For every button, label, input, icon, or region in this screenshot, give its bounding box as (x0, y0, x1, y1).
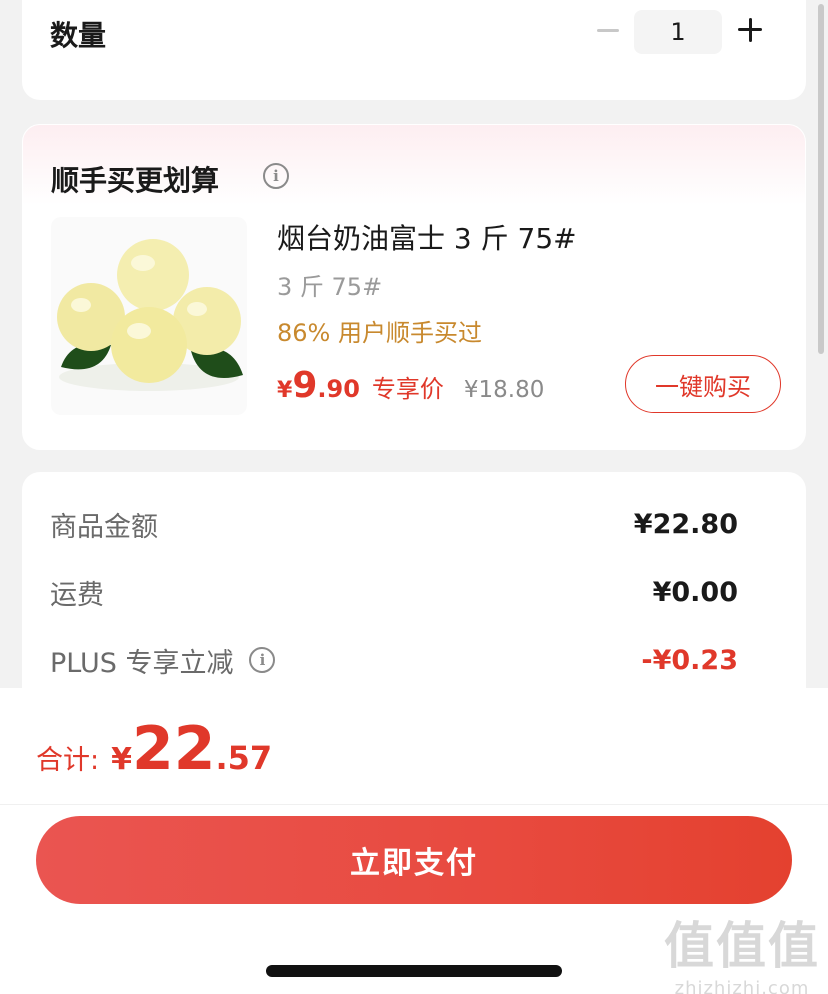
quantity-label: 数量 (50, 19, 107, 52)
apple-product-image[interactable] (51, 217, 247, 415)
total-decimal: .57 (215, 739, 273, 777)
summary-label: 运费 (50, 579, 104, 611)
watermark: 值值值 zhizhizhi.com (664, 906, 820, 994)
summary-label-wrap: PLUS 专享立减 i (50, 641, 276, 680)
social-proof-text: 86% 用户顺手买过 (277, 319, 482, 347)
product-name[interactable]: 烟台奶油富士 3 斤 75# (277, 217, 577, 257)
summary-value: ¥0.00 (652, 576, 738, 608)
summary-row-goods-amount: 商品金额 ¥22.80 (50, 504, 738, 544)
summary-label: 商品金额 (50, 511, 158, 543)
divider (0, 804, 828, 805)
pay-now-button[interactable]: 立即支付 (36, 816, 792, 904)
info-icon[interactable]: i (249, 647, 276, 673)
plus-icon[interactable] (734, 8, 766, 52)
summary-row-shipping: 运费 ¥0.00 (50, 572, 738, 612)
summary-value: -¥0.23 (641, 644, 738, 676)
summary-label: PLUS 专享立减 (50, 647, 234, 679)
quantity-card: 数量 1 (22, 0, 806, 100)
watermark-url: zhizhizhi.com (674, 978, 810, 994)
info-icon[interactable]: i (263, 163, 289, 189)
quantity-value[interactable]: 1 (634, 10, 722, 54)
exclusive-price-tag: 专享价 (371, 375, 444, 403)
price-symbol: ¥ (277, 378, 293, 403)
scrollbar[interactable] (818, 4, 824, 354)
price-decimal: .90 (317, 375, 360, 403)
summary-value: ¥22.80 (633, 508, 738, 540)
original-price: ¥18.80 (463, 377, 545, 403)
home-indicator[interactable] (266, 965, 562, 977)
upsell-title: 顺手买更划算 (51, 164, 220, 197)
product-spec: 3 斤 75# (277, 273, 383, 301)
minus-icon[interactable] (592, 10, 624, 50)
summary-row-plus-discount: PLUS 专享立减 i -¥0.23 (50, 640, 738, 680)
upsell-card: 顺手买更划算 i 烟台奶油富士 3 斤 75# 3 斤 75# 86% 用户顺手… (22, 124, 806, 450)
price-integer: 9 (292, 365, 318, 406)
total-integer: 22 (131, 714, 216, 784)
one-click-buy-button[interactable]: 一键购买 (625, 355, 781, 413)
total-label: 合计: (36, 745, 100, 776)
price-row: ¥ 9 .90 专享价 ¥18.80 (277, 365, 544, 406)
total-row: 合计: ¥ 22 .57 (36, 714, 272, 784)
watermark-logo: 值值值 (664, 917, 820, 975)
total-symbol: ¥ (111, 742, 132, 777)
checkout-bar: 合计: ¥ 22 .57 立即支付 值值值 zhizhizhi.com (0, 688, 828, 994)
